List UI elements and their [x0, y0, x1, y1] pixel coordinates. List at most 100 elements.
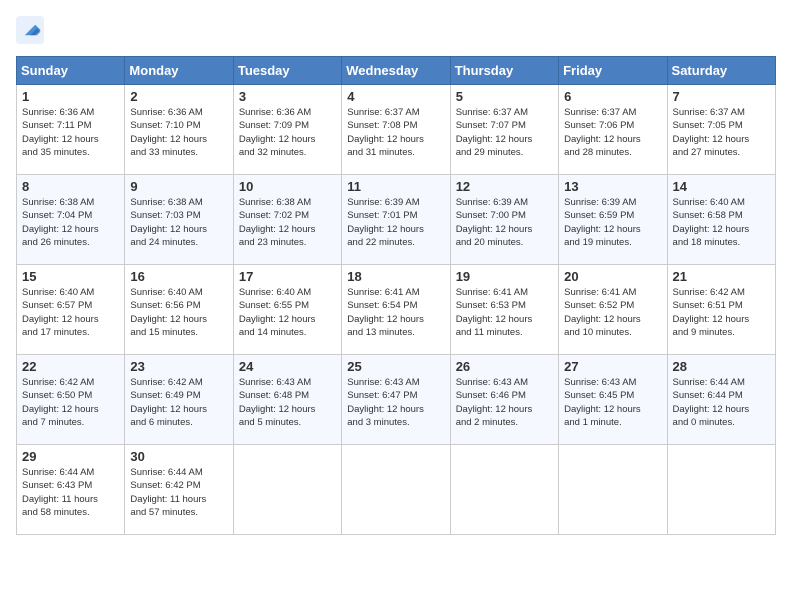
- day-info: Sunrise: 6:44 AM Sunset: 6:43 PM Dayligh…: [22, 466, 119, 519]
- day-number: 3: [239, 89, 336, 104]
- day-number: 9: [130, 179, 227, 194]
- day-info: Sunrise: 6:40 AM Sunset: 6:56 PM Dayligh…: [130, 286, 227, 339]
- day-number: 10: [239, 179, 336, 194]
- day-number: 22: [22, 359, 119, 374]
- table-row: 21Sunrise: 6:42 AM Sunset: 6:51 PM Dayli…: [667, 265, 775, 355]
- table-row: 11Sunrise: 6:39 AM Sunset: 7:01 PM Dayli…: [342, 175, 450, 265]
- weekday-header: Thursday: [450, 57, 558, 85]
- table-row: 24 Sunrise: 6:43 AM Sunset: 6:48 PM Dayli…: [233, 355, 341, 445]
- weekday-header: Sunday: [17, 57, 125, 85]
- day-number: 16: [130, 269, 227, 284]
- table-row: 12 Sunrise: 6:39 AM Sunset: 7:00 PM Dayli…: [450, 175, 558, 265]
- table-row: 30 Sunrise: 6:44 AM Sunset: 6:42 PM Dayli…: [125, 445, 233, 535]
- day-info: Sunrise: 6:40 AM Sunset: 6:58 PM Dayligh…: [673, 196, 770, 249]
- table-row: 6Sunrise: 6:37 AM Sunset: 7:06 PM Daylig…: [559, 85, 667, 175]
- weekday-header: Tuesday: [233, 57, 341, 85]
- table-row: [450, 445, 558, 535]
- table-row: 17Sunrise: 6:40 AM Sunset: 6:55 PM Dayli…: [233, 265, 341, 355]
- day-number: 5: [456, 89, 553, 104]
- table-row: 2 Sunrise: 6:36 AM Sunset: 7:10 PM Daylig…: [125, 85, 233, 175]
- table-row: 23 Sunrise: 6:42 AM Sunset: 6:49 PM Dayli…: [125, 355, 233, 445]
- table-row: 14 Sunrise: 6:40 AM Sunset: 6:58 PM Dayli…: [667, 175, 775, 265]
- page-header: [16, 16, 776, 44]
- table-row: 20Sunrise: 6:41 AM Sunset: 6:52 PM Dayli…: [559, 265, 667, 355]
- table-row: 19 Sunrise: 6:41 AM Sunset: 6:53 PM Dayli…: [450, 265, 558, 355]
- weekday-header: Friday: [559, 57, 667, 85]
- day-info: Sunrise: 6:39 AM Sunset: 7:00 PM Dayligh…: [456, 196, 553, 249]
- day-number: 17: [239, 269, 336, 284]
- day-info: Sunrise: 6:43 AM Sunset: 6:46 PM Dayligh…: [456, 376, 553, 429]
- logo-icon: [16, 16, 44, 44]
- day-number: 19: [456, 269, 553, 284]
- table-row: 8 Sunrise: 6:38 AM Sunset: 7:04 PM Daylig…: [17, 175, 125, 265]
- day-info: Sunrise: 6:43 AM Sunset: 6:48 PM Dayligh…: [239, 376, 336, 429]
- day-number: 27: [564, 359, 661, 374]
- table-row: 9 Sunrise: 6:38 AM Sunset: 7:03 PM Daylig…: [125, 175, 233, 265]
- day-number: 28: [673, 359, 770, 374]
- day-number: 2: [130, 89, 227, 104]
- day-number: 12: [456, 179, 553, 194]
- day-number: 26: [456, 359, 553, 374]
- calendar-week-row: 15 Sunrise: 6:40 AM Sunset: 6:57 PM Dayli…: [17, 265, 776, 355]
- day-number: 7: [673, 89, 770, 104]
- day-info: Sunrise: 6:38 AM Sunset: 7:03 PM Dayligh…: [130, 196, 227, 249]
- table-row: 4 Sunrise: 6:37 AM Sunset: 7:08 PM Daylig…: [342, 85, 450, 175]
- day-info: Sunrise: 6:44 AM Sunset: 6:44 PM Dayligh…: [673, 376, 770, 429]
- day-number: 15: [22, 269, 119, 284]
- day-info: Sunrise: 6:36 AM Sunset: 7:11 PM Dayligh…: [22, 106, 119, 159]
- table-row: 15 Sunrise: 6:40 AM Sunset: 6:57 PM Dayli…: [17, 265, 125, 355]
- table-row: 18 Sunrise: 6:41 AM Sunset: 6:54 PM Dayli…: [342, 265, 450, 355]
- day-info: Sunrise: 6:36 AM Sunset: 7:09 PM Dayligh…: [239, 106, 336, 159]
- day-number: 29: [22, 449, 119, 464]
- table-row: 16 Sunrise: 6:40 AM Sunset: 6:56 PM Dayli…: [125, 265, 233, 355]
- calendar-week-row: 22 Sunrise: 6:42 AM Sunset: 6:50 PM Dayli…: [17, 355, 776, 445]
- calendar-header: SundayMondayTuesdayWednesdayThursdayFrid…: [17, 57, 776, 85]
- table-row: [233, 445, 341, 535]
- table-row: 26 Sunrise: 6:43 AM Sunset: 6:46 PM Dayli…: [450, 355, 558, 445]
- table-row: 3 Sunrise: 6:36 AM Sunset: 7:09 PM Daylig…: [233, 85, 341, 175]
- table-row: 25 Sunrise: 6:43 AM Sunset: 6:47 PM Dayli…: [342, 355, 450, 445]
- table-row: 27 Sunrise: 6:43 AM Sunset: 6:45 PM Dayli…: [559, 355, 667, 445]
- day-info: Sunrise: 6:43 AM Sunset: 6:47 PM Dayligh…: [347, 376, 444, 429]
- day-info: Sunrise: 6:43 AM Sunset: 6:45 PM Dayligh…: [564, 376, 661, 429]
- day-info: Sunrise: 6:39 AM Sunset: 7:01 PM Dayligh…: [347, 196, 444, 249]
- day-number: 4: [347, 89, 444, 104]
- day-info: Sunrise: 6:44 AM Sunset: 6:42 PM Dayligh…: [130, 466, 227, 519]
- table-row: 1 Sunrise: 6:36 AM Sunset: 7:11 PM Daylig…: [17, 85, 125, 175]
- day-info: Sunrise: 6:40 AM Sunset: 6:57 PM Dayligh…: [22, 286, 119, 339]
- day-info: Sunrise: 6:37 AM Sunset: 7:07 PM Dayligh…: [456, 106, 553, 159]
- weekday-row: SundayMondayTuesdayWednesdayThursdayFrid…: [17, 57, 776, 85]
- day-info: Sunrise: 6:38 AM Sunset: 7:04 PM Dayligh…: [22, 196, 119, 249]
- day-info: Sunrise: 6:37 AM Sunset: 7:05 PM Dayligh…: [673, 106, 770, 159]
- calendar-body: 1 Sunrise: 6:36 AM Sunset: 7:11 PM Daylig…: [17, 85, 776, 535]
- day-number: 25: [347, 359, 444, 374]
- day-number: 1: [22, 89, 119, 104]
- day-number: 20: [564, 269, 661, 284]
- calendar-week-row: 29 Sunrise: 6:44 AM Sunset: 6:43 PM Dayli…: [17, 445, 776, 535]
- day-info: Sunrise: 6:42 AM Sunset: 6:49 PM Dayligh…: [130, 376, 227, 429]
- table-row: 10Sunrise: 6:38 AM Sunset: 7:02 PM Dayli…: [233, 175, 341, 265]
- table-row: 5 Sunrise: 6:37 AM Sunset: 7:07 PM Daylig…: [450, 85, 558, 175]
- table-row: 7 Sunrise: 6:37 AM Sunset: 7:05 PM Daylig…: [667, 85, 775, 175]
- logo: [16, 16, 48, 44]
- table-row: [342, 445, 450, 535]
- day-number: 18: [347, 269, 444, 284]
- table-row: 13Sunrise: 6:39 AM Sunset: 6:59 PM Dayli…: [559, 175, 667, 265]
- day-number: 24: [239, 359, 336, 374]
- day-info: Sunrise: 6:41 AM Sunset: 6:54 PM Dayligh…: [347, 286, 444, 339]
- day-info: Sunrise: 6:36 AM Sunset: 7:10 PM Dayligh…: [130, 106, 227, 159]
- day-info: Sunrise: 6:42 AM Sunset: 6:50 PM Dayligh…: [22, 376, 119, 429]
- weekday-header: Saturday: [667, 57, 775, 85]
- table-row: 28 Sunrise: 6:44 AM Sunset: 6:44 PM Dayli…: [667, 355, 775, 445]
- day-number: 8: [22, 179, 119, 194]
- day-info: Sunrise: 6:37 AM Sunset: 7:08 PM Dayligh…: [347, 106, 444, 159]
- day-number: 23: [130, 359, 227, 374]
- day-number: 6: [564, 89, 661, 104]
- table-row: [559, 445, 667, 535]
- day-info: Sunrise: 6:39 AM Sunset: 6:59 PM Dayligh…: [564, 196, 661, 249]
- day-info: Sunrise: 6:41 AM Sunset: 6:53 PM Dayligh…: [456, 286, 553, 339]
- table-row: [667, 445, 775, 535]
- day-number: 30: [130, 449, 227, 464]
- calendar-week-row: 8 Sunrise: 6:38 AM Sunset: 7:04 PM Daylig…: [17, 175, 776, 265]
- day-number: 14: [673, 179, 770, 194]
